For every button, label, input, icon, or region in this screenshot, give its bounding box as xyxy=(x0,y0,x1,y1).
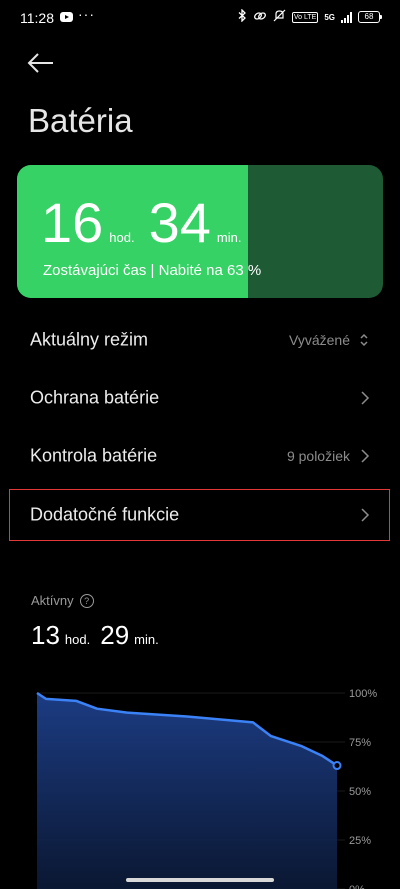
page-title: Batéria xyxy=(28,102,133,139)
active-minutes-unit: min. xyxy=(134,632,159,647)
chevron-right-icon xyxy=(361,508,370,522)
battery-protection-row[interactable]: Ochrana batérie xyxy=(0,369,400,427)
active-section-header: Aktívny ? xyxy=(31,593,94,608)
row-value: Vyvážené xyxy=(289,332,350,348)
chevron-right-icon xyxy=(361,449,370,463)
row-value: 9 položiek xyxy=(286,448,350,464)
row-label: Kontrola batérie xyxy=(30,445,158,466)
remaining-time: 16 hod. 34 min. xyxy=(41,195,255,251)
row-label: Dodatočné funkcie xyxy=(30,504,180,525)
minutes-unit: min. xyxy=(216,230,242,245)
link-icon xyxy=(253,10,267,25)
bluetooth-icon xyxy=(238,8,247,25)
battery-subtitle: Zostávajúci čas | Nabité na 63 % xyxy=(43,262,262,279)
active-label: Aktívny xyxy=(31,593,74,608)
battery-icon: 68 xyxy=(358,11,382,23)
row-label: Ochrana batérie xyxy=(30,387,160,408)
battery-status-card[interactable]: 16 hod. 34 min. Zostávajúci čas | Nabité… xyxy=(17,165,383,298)
mute-icon xyxy=(273,9,286,25)
additional-features-row[interactable]: Dodatočné funkcie xyxy=(0,486,400,544)
remaining-minutes: 34 xyxy=(148,191,211,254)
active-hours-unit: hod. xyxy=(64,632,91,647)
chevron-right-icon xyxy=(361,391,370,405)
hours-unit: hod. xyxy=(109,230,135,245)
battery-check-row[interactable]: Kontrola batérie 9 položiek xyxy=(0,427,400,485)
status-icons: Vo LTE 5G 68 xyxy=(238,8,382,25)
volte-badge: Vo LTE xyxy=(291,11,319,23)
home-indicator[interactable] xyxy=(126,878,274,882)
status-time: 11:28 xyxy=(20,10,54,26)
y-tick-label: 75% xyxy=(349,737,371,749)
chevron-updown-icon xyxy=(360,333,368,347)
current-level-point xyxy=(332,761,342,771)
y-tick-label: 0% xyxy=(349,884,365,889)
remaining-hours: 16 xyxy=(41,191,104,254)
y-tick-label: 50% xyxy=(349,786,371,798)
status-bar: 11:28 ··· Vo LTE 5G 68 xyxy=(0,0,400,36)
help-icon[interactable]: ? xyxy=(79,593,94,608)
y-tick-label: 25% xyxy=(349,835,371,847)
signal-icon xyxy=(341,11,352,23)
youtube-icon xyxy=(60,12,73,22)
more-notifications-icon: ··· xyxy=(78,6,95,22)
y-tick-label: 100% xyxy=(349,688,377,700)
current-mode-row[interactable]: Aktuálny režim Vyvážené xyxy=(0,311,400,369)
active-time: 13 hod. 29 min. xyxy=(31,620,169,651)
arrow-left-icon xyxy=(27,53,53,73)
battery-history-chart: 100% 75% 50% 25% 0% xyxy=(36,688,377,889)
active-minutes: 29 xyxy=(100,620,130,650)
battery-area xyxy=(37,693,337,889)
row-label: Aktuálny režim xyxy=(30,329,149,350)
network-type: 5G xyxy=(324,12,335,22)
back-button[interactable] xyxy=(24,48,58,78)
active-hours: 13 xyxy=(31,620,60,650)
